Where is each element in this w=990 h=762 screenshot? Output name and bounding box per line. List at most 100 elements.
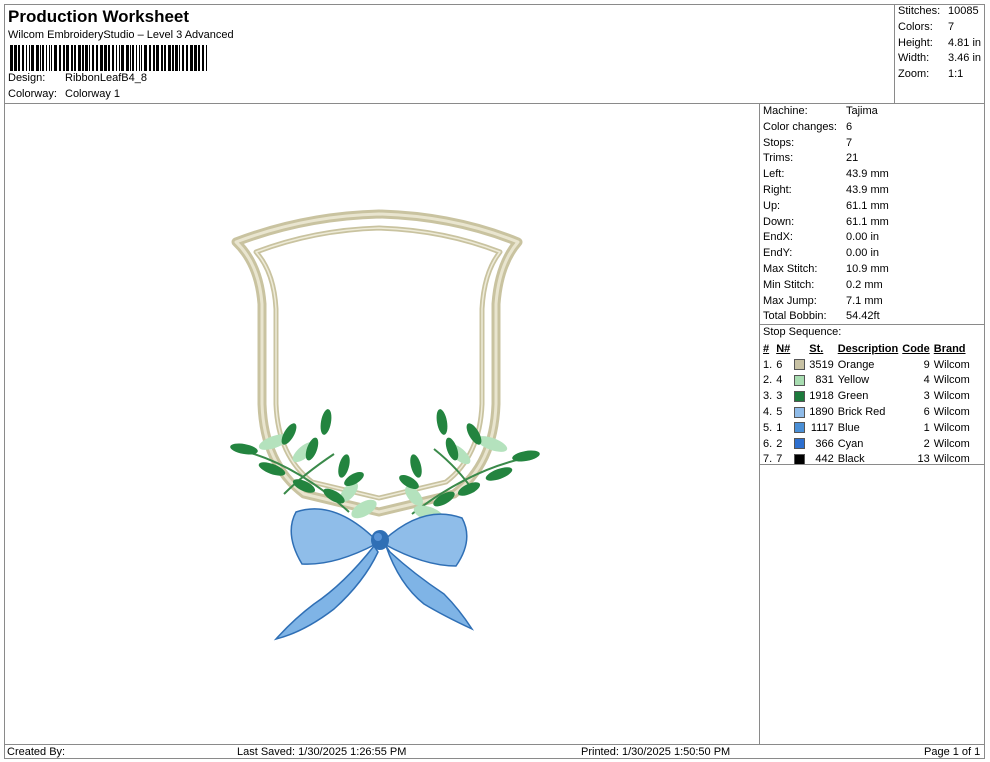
section-divider xyxy=(760,324,985,325)
row-brand: Wilcom xyxy=(933,406,970,419)
col-brand: Brand xyxy=(933,342,966,355)
row-index: 4. xyxy=(763,406,773,419)
row-index: 3. xyxy=(763,390,773,403)
machine-row-value: 0.00 in xyxy=(846,247,880,260)
machine-row: Left: 43.9 mm xyxy=(763,168,889,180)
machine-row-value: 7.1 mm xyxy=(846,294,883,307)
row-brand: Wilcom xyxy=(933,390,970,403)
color-swatch xyxy=(794,422,806,434)
machine-row-value: 0.00 in xyxy=(846,231,880,244)
machine-row-value: 43.9 mm xyxy=(846,168,889,181)
row-description: Cyan xyxy=(837,437,864,450)
table-header-row: # N# St. Description Code Brand xyxy=(761,341,972,357)
machine-row-value: 54.42ft xyxy=(846,310,880,323)
color-swatch xyxy=(794,359,806,371)
colorway-value: Colorway 1 xyxy=(65,88,121,100)
machine-row: Machine: Tajima xyxy=(763,105,878,117)
machine-row: Up: 61.1 mm xyxy=(763,200,889,212)
worksheet-footer: Created By: Last Saved: 1/30/2025 1:26:5… xyxy=(4,744,985,759)
row-stitches: 1918 xyxy=(809,390,834,403)
row-needle: 7 xyxy=(776,453,783,466)
machine-row-label: EndY: xyxy=(763,247,793,260)
row-description: Yellow xyxy=(837,374,870,387)
design-preview xyxy=(4,104,760,744)
row-index: 2. xyxy=(763,374,773,387)
machine-row: Down: 61.1 mm xyxy=(763,216,889,228)
row-needle: 1 xyxy=(776,421,783,434)
row-brand: Wilcom xyxy=(933,374,970,387)
row-needle: 5 xyxy=(776,406,783,419)
printed-date: Printed: 1/30/2025 1:50:50 PM xyxy=(581,746,731,758)
table-row: 3. 3 1918 Green 3 Wilcom xyxy=(761,388,972,404)
row-stitches: 3519 xyxy=(809,358,834,371)
machine-row-label: Machine: xyxy=(763,105,808,117)
row-description: Orange xyxy=(837,358,875,371)
embroidery-design-image xyxy=(230,209,540,641)
page-number: Page 1 of 1 xyxy=(924,746,981,758)
row-code: 3 xyxy=(923,390,930,403)
colorway-label: Colorway: xyxy=(8,88,57,100)
machine-row-value: 43.9 mm xyxy=(846,184,889,196)
row-code: 2 xyxy=(923,437,930,450)
stat-height: Height: 4.81 in xyxy=(898,37,982,49)
software-subtitle: Wilcom EmbroideryStudio – Level 3 Advanc… xyxy=(8,29,234,41)
machine-row-value: 7 xyxy=(846,136,853,149)
table-row: 1. 6 3519 Orange 9 Wilcom xyxy=(761,357,972,373)
machine-row-label: Stops: xyxy=(763,136,795,149)
col-index: # xyxy=(763,342,770,355)
row-index: 1. xyxy=(763,358,773,371)
machine-row-label: Up: xyxy=(763,199,781,212)
row-index: 5. xyxy=(763,421,773,434)
design-label: Design: xyxy=(8,72,46,84)
machine-row-value: 61.1 mm xyxy=(846,199,889,212)
ribbon-bow xyxy=(273,508,475,641)
row-stitches: 1890 xyxy=(809,406,834,419)
machine-row: Color changes: 6 xyxy=(763,121,852,133)
machine-row: Stops: 7 xyxy=(763,137,852,149)
table-row: 5. 1 1117 Blue 1 Wilcom xyxy=(761,420,972,436)
machine-row: Max Jump: 7.1 mm xyxy=(763,295,883,307)
row-description: Brick Red xyxy=(837,406,886,419)
stat-zoom: Zoom: 1:1 xyxy=(898,68,964,80)
col-stitches: St. xyxy=(809,342,824,355)
machine-row: Trims: 21 xyxy=(763,152,858,164)
design-name-row: Design: RibbonLeafB4_8 xyxy=(8,72,147,84)
col-code: Code xyxy=(902,342,930,355)
table-row: 4. 5 1890 Brick Red 6 Wilcom xyxy=(761,404,972,420)
machine-row-label: Max Jump: xyxy=(763,294,817,307)
machine-row-label: Min Stitch: xyxy=(763,278,815,291)
table-row: 7. 7 442 Black 13 Wilcom xyxy=(761,452,972,468)
color-swatch xyxy=(794,438,806,450)
machine-row-label: Total Bobbin: xyxy=(763,310,827,323)
machine-info-panel: Machine: Tajima Color changes: 6 Stops: 7 Trim… xyxy=(760,104,985,744)
row-code: 4 xyxy=(923,374,930,387)
colorway-row: Colorway: Colorway 1 xyxy=(8,88,120,100)
machine-row-label: EndX: xyxy=(763,231,793,244)
machine-row-label: Trims: xyxy=(763,152,794,165)
section-divider xyxy=(760,464,985,465)
row-needle: 6 xyxy=(776,358,783,371)
row-needle: 2 xyxy=(776,437,783,450)
row-code: 1 xyxy=(923,421,930,434)
row-stitches: 442 xyxy=(815,453,834,466)
stat-colors: Colors: 7 xyxy=(898,21,955,33)
table-row: 2. 4 831 Yellow 4 Wilcom xyxy=(761,373,972,389)
machine-row: EndY: 0.00 in xyxy=(763,247,879,259)
machine-row-label: Right: xyxy=(763,184,792,196)
row-brand: Wilcom xyxy=(933,421,970,434)
machine-row-value: 10.9 mm xyxy=(846,263,889,275)
machine-row-label: Left: xyxy=(763,168,785,181)
created-by: Created By: xyxy=(7,746,66,758)
machine-row: Right: 43.9 mm xyxy=(763,184,889,196)
worksheet-header: Production Worksheet Wilcom EmbroiderySt… xyxy=(4,4,895,104)
design-value: RibbonLeafB4_8 xyxy=(65,72,147,84)
row-stitches: 1117 xyxy=(810,421,834,434)
machine-row: Min Stitch: 0.2 mm xyxy=(763,279,883,291)
color-swatch xyxy=(794,406,806,418)
stop-sequence-table: # N# St. Description Code Brand 1. 6 3519 O… xyxy=(761,341,972,467)
row-stitches: 831 xyxy=(815,374,834,387)
color-swatch xyxy=(794,375,806,387)
row-description: Black xyxy=(837,453,865,466)
col-description: Description xyxy=(837,342,899,355)
machine-row: Max Stitch: 10.9 mm xyxy=(763,263,889,275)
